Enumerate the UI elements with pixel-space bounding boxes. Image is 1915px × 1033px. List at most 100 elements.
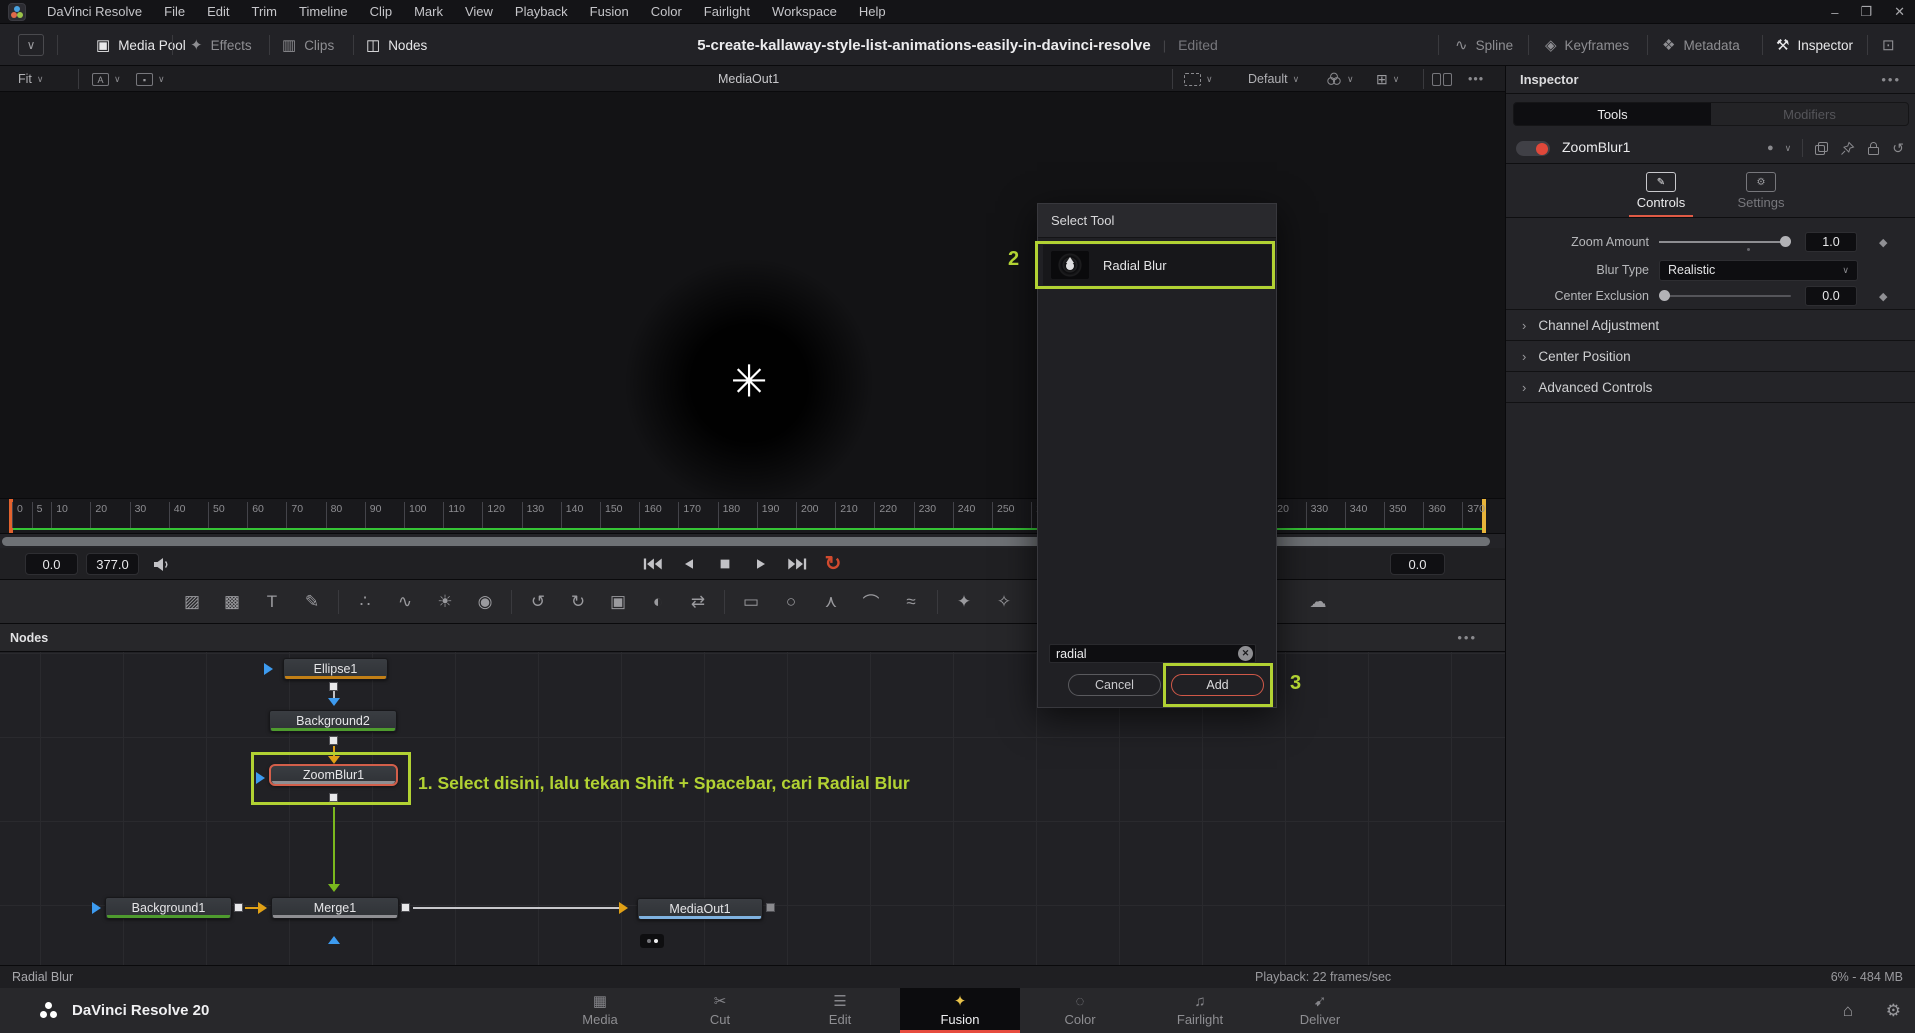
loader-tool-icon[interactable]: ↺ xyxy=(518,586,558,618)
grain-tool-icon[interactable]: ∴ xyxy=(345,586,385,618)
text-tool-icon[interactable]: T xyxy=(252,586,292,618)
saver-tool-icon[interactable]: ↻ xyxy=(558,586,598,618)
page-cut[interactable]: ✂ Cut xyxy=(660,988,780,1033)
node-enable-toggle[interactable] xyxy=(1516,141,1550,156)
reset-icon[interactable]: ↺ xyxy=(1892,140,1904,157)
mediaout-output-connector[interactable] xyxy=(766,903,775,912)
zoomblur-input-triangle[interactable] xyxy=(256,772,265,784)
nodes-button[interactable]: ◫ Nodes xyxy=(366,24,427,66)
zoomblur-output-connector[interactable] xyxy=(329,793,338,802)
node-ellipse1[interactable]: Ellipse1 xyxy=(283,658,388,680)
menu-item[interactable]: Edit xyxy=(196,4,240,19)
ellipse1-output-connector[interactable] xyxy=(329,682,338,691)
range-duration-field[interactable]: 377.0 xyxy=(86,553,139,575)
merge1-mask-input-triangle[interactable] xyxy=(328,936,340,944)
menu-item[interactable]: Playback xyxy=(504,4,579,19)
transform-tool-icon[interactable]: ⇄ xyxy=(678,586,718,618)
dual-viewer-button[interactable] xyxy=(1432,66,1452,92)
menu-item[interactable]: Clip xyxy=(359,4,403,19)
page-color[interactable]: ◌ Color xyxy=(1020,988,1140,1033)
rectangle-mask-tool-icon[interactable]: ▭ xyxy=(731,586,771,618)
node-merge1[interactable]: Merge1 xyxy=(271,897,399,919)
mattecontrol-tool-icon[interactable]: ◐ xyxy=(638,586,678,618)
stop-button[interactable] xyxy=(712,552,738,576)
grid-dropdown[interactable]: ⊞ ∨ xyxy=(1376,66,1399,92)
nodes-options-button[interactable]: ••• xyxy=(1457,630,1477,645)
background-tool-icon[interactable]: ▨ xyxy=(172,586,212,618)
center-exclusion-value[interactable]: 0.0 xyxy=(1805,286,1857,306)
effects-button[interactable]: ✦ Effects xyxy=(190,24,252,66)
background2-output-connector[interactable] xyxy=(329,736,338,745)
home-button[interactable]: ⌂ xyxy=(1843,988,1853,1033)
menu-item[interactable]: Fusion xyxy=(579,4,640,19)
wiggle-mask-tool-icon[interactable]: ≈ xyxy=(891,586,931,618)
minimize-button[interactable]: – xyxy=(1831,5,1838,20)
toolbar-separator[interactable] xyxy=(505,588,518,616)
ellipse-mask-tool-icon[interactable]: ○ xyxy=(771,586,811,618)
background1-input-triangle[interactable] xyxy=(92,902,101,914)
merge1-input-triangle[interactable] xyxy=(258,902,267,914)
center-exclusion-slider[interactable] xyxy=(1659,295,1791,297)
keyframe-diamond-icon[interactable]: ◆ xyxy=(1879,290,1887,303)
metadata-button[interactable]: ❖ Metadata xyxy=(1662,24,1740,66)
menu-item[interactable]: File xyxy=(153,4,196,19)
lut-dropdown[interactable]: Default ∨ xyxy=(1248,66,1299,92)
toolbar-separator[interactable] xyxy=(718,588,731,616)
go-to-end-button[interactable] xyxy=(784,552,810,576)
colorcurves-tool-icon[interactable]: ∿ xyxy=(385,586,425,618)
polygon-mask-tool-icon[interactable]: ⋏ xyxy=(811,586,851,618)
fog-tool-icon[interactable]: ☁ xyxy=(1298,586,1338,618)
toolbar-separator[interactable] xyxy=(332,588,345,616)
background1-output-connector[interactable] xyxy=(234,903,243,912)
current-time-field[interactable]: 0.0 xyxy=(1390,553,1445,575)
menu-item[interactable]: Timeline xyxy=(288,4,359,19)
node-mediaout1[interactable]: MediaOut1 xyxy=(637,898,763,920)
menu-item[interactable]: Trim xyxy=(241,4,289,19)
page-edit[interactable]: ☰ Edit xyxy=(780,988,900,1033)
mediaout-view-indicator[interactable] xyxy=(640,934,664,948)
blur-tool-icon[interactable]: ◉ xyxy=(465,586,505,618)
loop-button[interactable]: ↻ xyxy=(820,552,846,576)
range-in-field[interactable]: 0.0 xyxy=(25,553,78,575)
menu-item[interactable]: Workspace xyxy=(761,4,848,19)
clear-search-icon[interactable]: ✕ xyxy=(1238,646,1253,661)
paint-tool-icon[interactable]: ✎ xyxy=(292,586,332,618)
keyframes-button[interactable]: ◈ Keyframes xyxy=(1545,24,1629,66)
subtab-controls[interactable]: ✎ Controls xyxy=(1625,166,1697,217)
menu-item[interactable]: DaVinci Resolve xyxy=(36,4,153,19)
menu-item[interactable]: View xyxy=(454,4,504,19)
lock-icon[interactable] xyxy=(1866,141,1881,156)
node-graph[interactable]: Ellipse1 Background2 ZoomBlur1 1. Select… xyxy=(0,652,1505,965)
page-fusion[interactable]: ✦ Fusion xyxy=(900,988,1020,1033)
toolbar-separator[interactable] xyxy=(931,588,944,616)
tool-search-input[interactable] xyxy=(1049,644,1256,663)
blur-type-dropdown[interactable]: Realistic ∨ xyxy=(1659,260,1858,281)
bspline-mask-tool-icon[interactable]: ⌒ xyxy=(851,586,891,618)
inspector-button[interactable]: ⚒ Inspector xyxy=(1776,24,1853,66)
spline-button[interactable]: ∿ Spline xyxy=(1455,24,1513,66)
zoom-amount-slider[interactable] xyxy=(1659,241,1791,243)
menu-item[interactable]: Help xyxy=(848,4,897,19)
menu-item[interactable]: Fairlight xyxy=(693,4,761,19)
node-zoomblur1[interactable]: ZoomBlur1 xyxy=(269,764,398,786)
step-back-button[interactable] xyxy=(676,552,702,576)
chevron-down-icon[interactable]: ∨ xyxy=(1785,143,1792,154)
fastnoise-tool-icon[interactable]: ▩ xyxy=(212,586,252,618)
guides-dropdown[interactable]: A ∨ xyxy=(92,66,121,92)
zoom-amount-value[interactable]: 1.0 xyxy=(1805,232,1857,252)
page-fairlight[interactable]: ♫ Fairlight xyxy=(1140,988,1260,1033)
tab-modifiers[interactable]: Modifiers xyxy=(1711,103,1908,125)
clips-button[interactable]: ▥ Clips xyxy=(282,24,334,66)
audio-mute-button[interactable] xyxy=(148,552,174,576)
pmerge-tool-icon[interactable]: ✧ xyxy=(984,586,1024,618)
cancel-button[interactable]: Cancel xyxy=(1068,674,1161,696)
inspector-section[interactable]: › Channel Adjustment xyxy=(1506,309,1915,341)
colorcorrector-tool-icon[interactable]: ☀ xyxy=(425,586,465,618)
color-controls-dropdown[interactable]: ∨ xyxy=(1326,66,1354,92)
page-media[interactable]: ▦ Media xyxy=(540,988,660,1033)
inspector-section[interactable]: › Advanced Controls xyxy=(1506,371,1915,403)
selection-mode-dropdown[interactable]: ∨ xyxy=(1184,66,1213,92)
pemitter-tool-icon[interactable]: ✦ xyxy=(944,586,984,618)
ellipse1-input-triangle[interactable] xyxy=(264,663,273,675)
app-logo-icon[interactable] xyxy=(8,3,26,21)
